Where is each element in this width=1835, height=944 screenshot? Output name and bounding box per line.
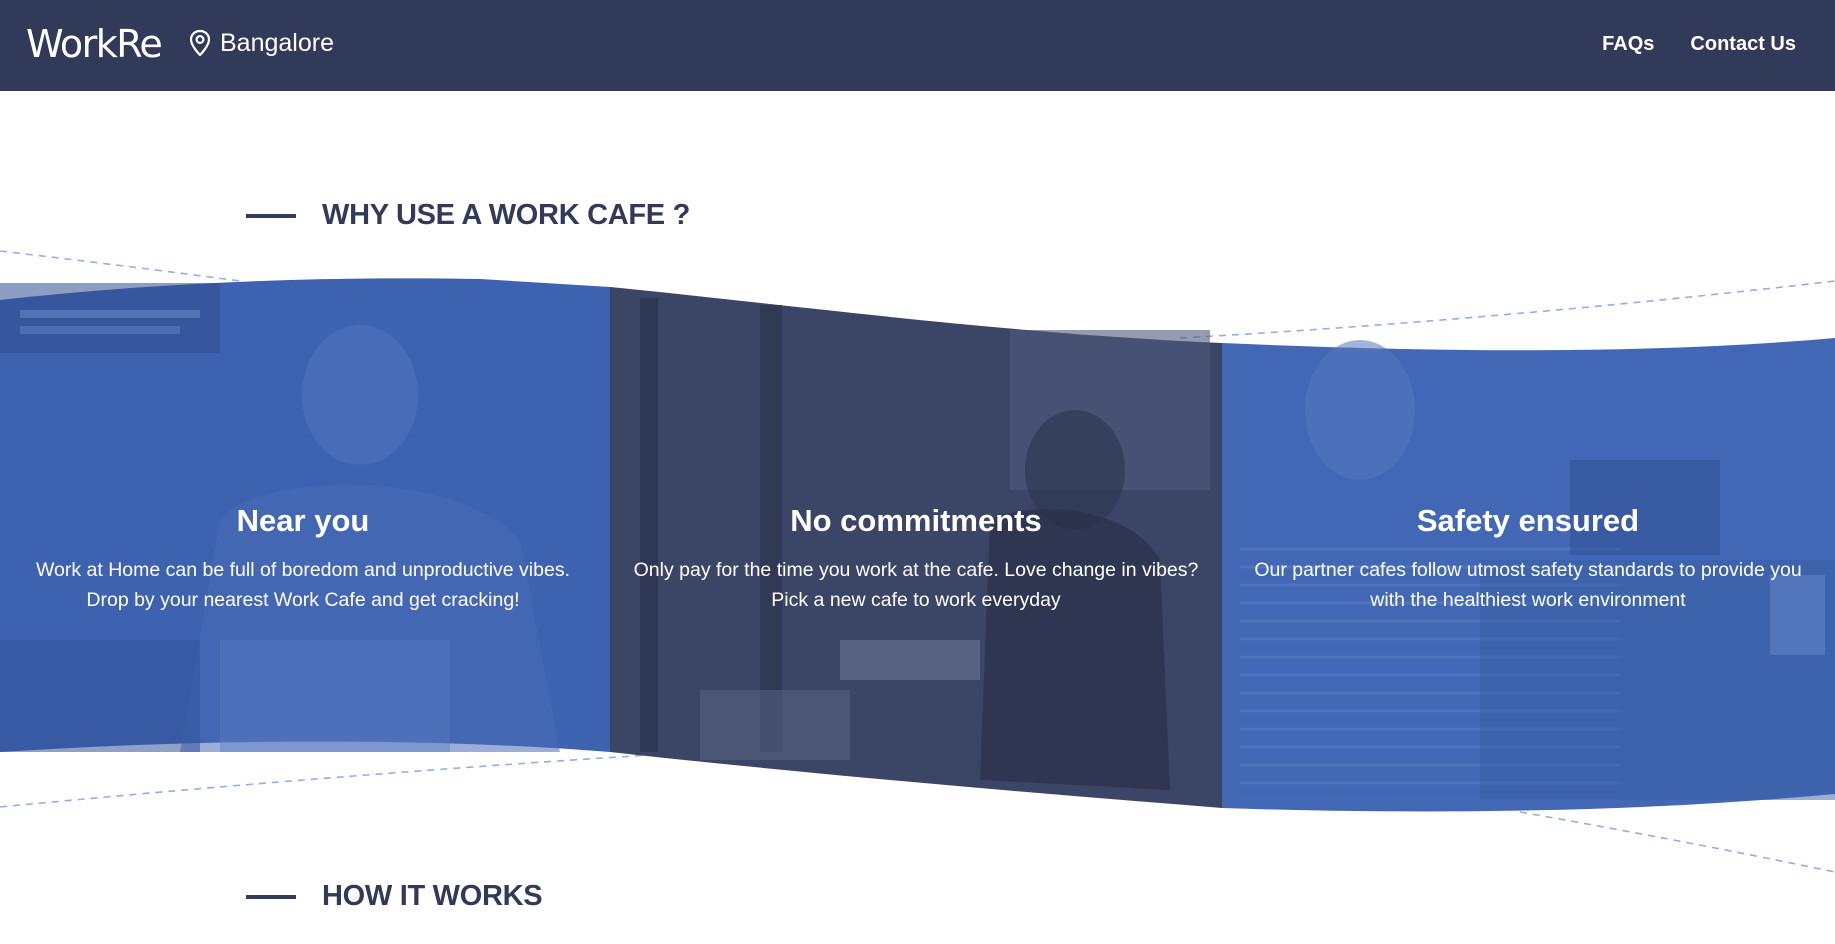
card-description: Only pay for the time you work at the ca… — [633, 559, 1199, 611]
dashed-curve-top-right — [1179, 280, 1835, 339]
card-title: No commitments — [790, 503, 1042, 538]
card-no-commitments: No commitments Only pay for the time you… — [628, 501, 1204, 615]
feature-cards-graphic — [0, 250, 1835, 873]
heading-accent-bar — [246, 894, 296, 899]
card-near-you: Near you Work at Home can be full of bor… — [18, 501, 588, 615]
dashed-curve-bottom-left — [0, 753, 666, 808]
how-section-heading: HOW IT WORKS — [246, 880, 543, 913]
how-section-title: HOW IT WORKS — [322, 880, 543, 912]
dashed-curve-top-left — [0, 250, 241, 282]
card-description: Work at Home can be full of boredom and … — [35, 559, 570, 611]
dashed-curve-bottom-right — [1519, 811, 1835, 873]
card-title: Near you — [236, 503, 370, 538]
card-title: Safety ensured — [1416, 503, 1640, 538]
card-description: Our partner cafes follow utmost safety s… — [1254, 559, 1802, 611]
card-safety-ensured: Safety ensured Our partner cafes follow … — [1238, 501, 1818, 615]
